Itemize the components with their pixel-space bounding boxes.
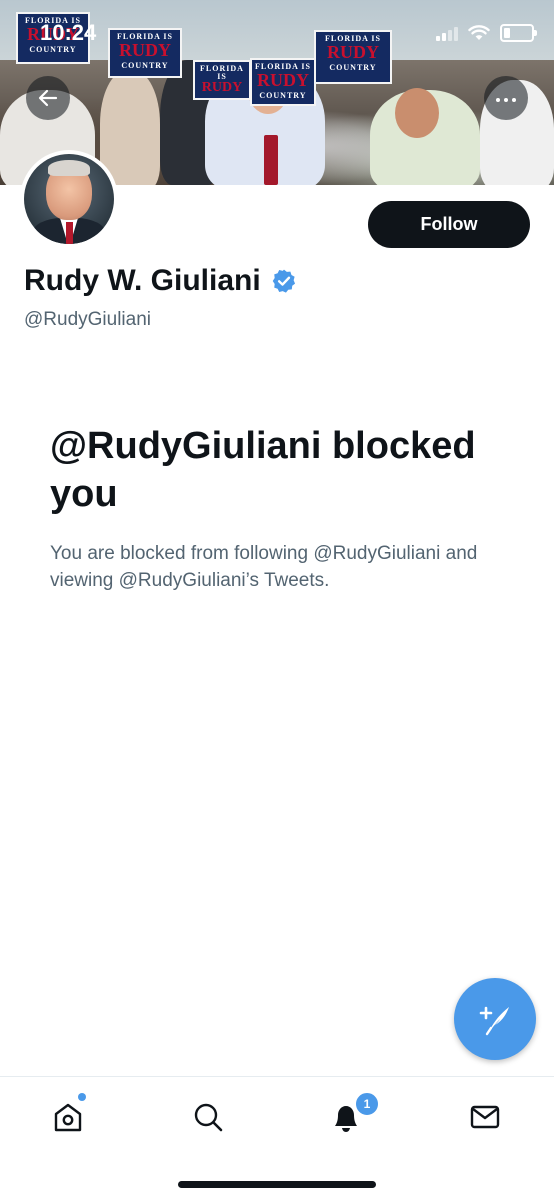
notification-badge: 1	[354, 1091, 380, 1117]
profile-handle: @RudyGiuliani	[24, 309, 152, 330]
status-icons	[436, 24, 537, 42]
arrow-left-icon	[38, 89, 58, 107]
verified-badge-icon	[272, 269, 295, 293]
search-icon	[194, 1103, 223, 1132]
banner-tie	[264, 135, 278, 185]
banner-person	[100, 70, 160, 185]
feather-plus-icon	[479, 1006, 509, 1036]
cellular-signal-icon	[436, 25, 458, 41]
banner-sign: FLORIDA IS RUDY	[193, 60, 251, 100]
status-time: 10:24	[40, 20, 97, 45]
mail-icon	[470, 1105, 500, 1129]
more-options-button[interactable]	[484, 76, 528, 120]
more-horizontal-icon	[494, 89, 518, 107]
nav-messages[interactable]	[465, 1097, 505, 1137]
blocked-description: You are blocked from following @RudyGiul…	[50, 543, 478, 591]
avatar-photo	[24, 154, 114, 244]
profile-name-row: Rudy W. Giuliani	[24, 264, 297, 298]
home-new-dot	[78, 1093, 86, 1101]
blocked-title: @RudyGiuliani blocked you	[50, 425, 476, 515]
home-indicator	[178, 1181, 376, 1188]
banner-sign: FLORIDA IS RUDY COUNTRY	[250, 58, 316, 106]
battery-icon	[500, 24, 537, 42]
bottom-navigation: 1	[0, 1076, 554, 1201]
back-button[interactable]	[26, 76, 70, 120]
follow-button[interactable]: Follow	[368, 201, 530, 248]
avatar[interactable]	[20, 150, 118, 248]
nav-search[interactable]	[188, 1097, 228, 1137]
compose-tweet-button[interactable]	[454, 978, 536, 1060]
wifi-icon	[468, 25, 490, 40]
status-bar: 10:24	[0, 0, 554, 60]
home-icon	[54, 1103, 82, 1132]
nav-home[interactable]	[48, 1093, 88, 1137]
banner-person-head	[395, 88, 439, 138]
profile-name: Rudy W. Giuliani	[24, 264, 261, 297]
